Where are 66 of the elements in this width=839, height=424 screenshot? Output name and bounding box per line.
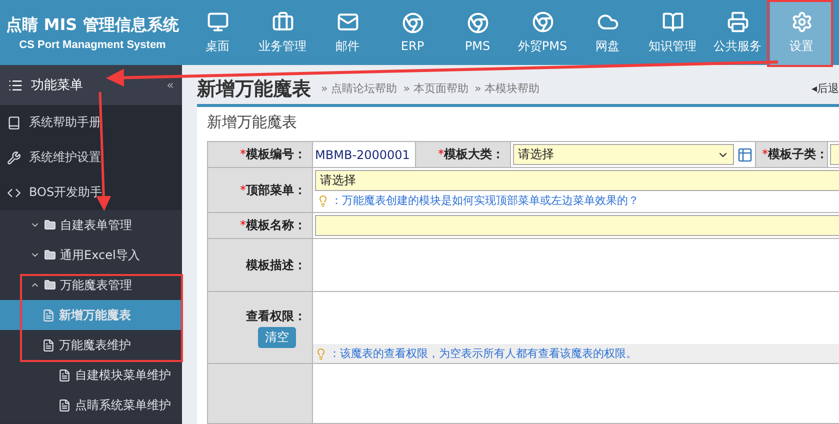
- briefcase-icon: [272, 10, 294, 32]
- page-title: 新增万能魔表: [197, 76, 311, 102]
- field-label: 模板子类：: [768, 147, 828, 161]
- menu-item[interactable]: 系统维护设置: [0, 140, 182, 175]
- lightbulb-icon: [315, 348, 327, 360]
- menu-icon: [8, 78, 23, 92]
- help-link[interactable]: » 点睛论坛帮助: [321, 81, 398, 96]
- folder-icon: [44, 219, 56, 231]
- code-value: MBMB-2000001: [312, 142, 416, 168]
- document-icon: [58, 398, 71, 412]
- settings-icon: [790, 10, 812, 32]
- table-icon[interactable]: [737, 146, 753, 162]
- document-icon: [58, 368, 71, 382]
- nav-tab[interactable]: PMS: [445, 0, 510, 65]
- field-label: 模板大类：: [444, 147, 504, 161]
- nav-tab[interactable]: 公共服务: [705, 0, 770, 65]
- name-input[interactable]: [315, 215, 839, 236]
- nav-tab[interactable]: ERP: [380, 0, 445, 65]
- nav-tab[interactable]: 邮件: [315, 0, 380, 65]
- clear-button[interactable]: 清空: [258, 326, 296, 348]
- mail-icon: [336, 10, 358, 32]
- highlight-frame: [767, 0, 833, 67]
- folder-icon: [44, 279, 56, 291]
- field-label: 顶部菜单：: [246, 182, 306, 196]
- book-icon: [7, 116, 21, 130]
- chrome-icon: [402, 12, 424, 34]
- menu-item[interactable]: 新增万能魔表: [0, 300, 182, 330]
- field-label: 模板名称：: [246, 218, 306, 232]
- form-title: 新增万能魔表: [207, 113, 298, 133]
- category-select[interactable]: 请选择: [513, 144, 734, 165]
- help-link[interactable]: » 本模块帮助: [474, 81, 540, 96]
- nav-tab[interactable]: 桌面: [185, 0, 250, 65]
- app-subtitle: CS Port Managment System: [19, 38, 166, 50]
- required-mark: *: [762, 147, 768, 161]
- field-label: 查看权限：: [246, 308, 306, 322]
- chrome-icon: [466, 12, 488, 34]
- book-icon: [662, 10, 684, 32]
- required-mark: *: [240, 147, 246, 161]
- nav-tab[interactable]: 设置: [770, 0, 833, 65]
- menu-item[interactable]: BOS开发助手: [0, 175, 182, 210]
- field-label: 模板描述：: [246, 258, 306, 272]
- menu-item[interactable]: 系统帮助手册: [0, 105, 182, 140]
- app-title: 点睛 MIS 管理信息系统: [6, 14, 179, 36]
- lightbulb-icon: [317, 194, 329, 206]
- help-link[interactable]: » 本页面帮助: [403, 81, 468, 96]
- nav-tab[interactable]: 网盘: [575, 0, 640, 65]
- field-label: 模板编号：: [246, 147, 306, 161]
- top-menu-select[interactable]: 请选择: [315, 170, 839, 191]
- hint-text: ：万能魔表创建的模块是如何实现顶部菜单或左边菜单效果的？: [315, 191, 839, 210]
- wrench-icon: [7, 150, 21, 164]
- sidebar-title: 功能菜单: [31, 77, 84, 94]
- nav-tab[interactable]: 知识管理: [640, 0, 705, 65]
- folder-icon: [44, 249, 56, 261]
- nav-tab[interactable]: 业务管理: [250, 0, 315, 65]
- document-icon: [42, 338, 55, 352]
- back-link[interactable]: ◂后退: [811, 81, 839, 96]
- required-mark: *: [438, 147, 444, 161]
- required-mark: *: [240, 182, 246, 196]
- nav-tab[interactable]: 外贸PMS: [510, 0, 575, 65]
- collapse-button[interactable]: «: [166, 78, 174, 92]
- document-icon: [42, 308, 55, 322]
- required-mark: *: [240, 218, 246, 232]
- monitor-icon: [206, 10, 228, 32]
- printer-icon: [726, 10, 748, 32]
- chrome-icon: [532, 10, 554, 32]
- hint-text: ：该魔表的查看权限，为空表示所有人都有查看该魔表的权限。: [313, 344, 839, 363]
